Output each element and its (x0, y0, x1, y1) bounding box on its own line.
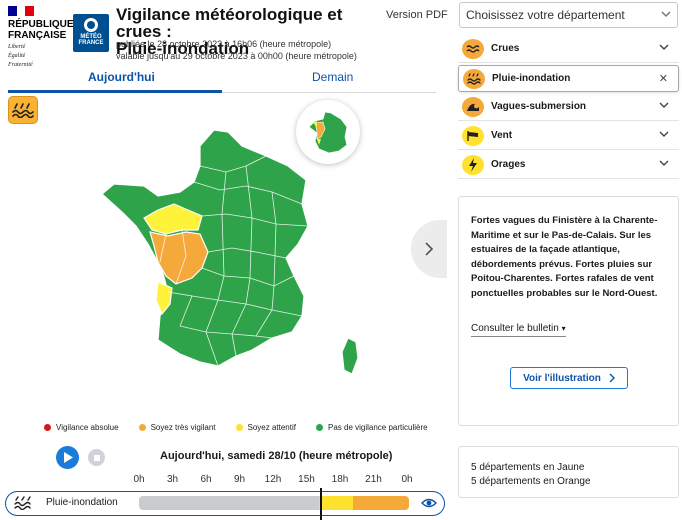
timeline-segment (139, 496, 319, 510)
risk-item-label: Vent (491, 130, 513, 141)
chevron-down-icon[interactable] (659, 129, 669, 142)
legend-orange: Soyez très vigilant (138, 423, 216, 432)
wave-submersion-icon (462, 97, 484, 117)
timeline-segment (352, 496, 409, 510)
stop-icon (93, 454, 100, 461)
motto-3: Fraternité (8, 62, 33, 68)
risk-item-vagues-submersion[interactable]: Vagues-submersion (458, 94, 679, 121)
timeline-date: Aujourd'hui, samedi 28/10 (heure métropo… (160, 450, 393, 462)
published-date: publiée le 28 octobre 2023 à 16h06 (heur… (116, 39, 332, 49)
map-corsica (341, 337, 359, 375)
meteo-france-emblem-icon (84, 18, 98, 32)
title-line-1: Vigilance météorologique et crues : (116, 5, 343, 41)
pdf-version-link[interactable]: Version PDF (386, 9, 448, 21)
rain-flood-icon (463, 69, 485, 89)
vigilance-legend: Vigilance absolue Soyez très vigilant So… (44, 423, 428, 432)
chevron-down-icon (661, 11, 671, 18)
legend-red: Vigilance absolue (44, 423, 119, 432)
french-flag-icon (8, 6, 35, 16)
publication-info: publiée le 28 octobre 2023 à 16h06 (heur… (116, 38, 357, 62)
risk-list: Crues Pluie-inondation ✕ Vagues-submersion V… (458, 36, 679, 182)
caret-down-icon: ▾ (561, 324, 566, 333)
risk-item-label: Crues (491, 43, 520, 54)
rain-flood-icon (14, 496, 31, 510)
timeline-hours: 0h 3h 6h 9h 12h 15h 18h 21h 0h (122, 474, 422, 486)
timeline-hour-label: 21h (365, 474, 382, 485)
motto-2: Égalité (8, 53, 26, 59)
close-icon[interactable]: ✕ (659, 72, 668, 85)
chevron-right-icon (609, 373, 615, 383)
timeline-hour-label: 12h (264, 474, 282, 485)
department-select-placeholder: Choisissez votre département (466, 8, 625, 22)
rain-flood-icon (8, 96, 38, 124)
risk-item-label: Vagues-submersion (491, 101, 587, 112)
motto-1: Liberté (8, 44, 26, 50)
tab-active-indicator (8, 90, 222, 93)
eye-icon[interactable] (421, 496, 437, 510)
republique-francaise-logo: RÉPUBLIQUE FRANÇAISE Liberté Égalité Fra… (8, 6, 74, 68)
timeline-segment (319, 496, 353, 510)
timeline-hour-label: 3h (166, 474, 179, 485)
risk-item-crues[interactable]: Crues (458, 36, 679, 63)
flood-wave-icon (462, 39, 484, 59)
valid-until-date: valable jusqu'au 29 octobre 2023 à 00h00… (116, 51, 357, 61)
chevron-down-icon[interactable] (659, 100, 669, 113)
overview-mini-map[interactable] (296, 100, 360, 164)
play-button[interactable] (56, 446, 79, 469)
republic-line-1: RÉPUBLIQUE (8, 19, 74, 30)
view-illustration-button[interactable]: Voir l'illustration (510, 367, 628, 389)
count-yellow: 5 départements en Jaune (471, 462, 585, 473)
risk-item-orages[interactable]: Orages (458, 152, 679, 179)
legend-yellow: Soyez attentif (235, 423, 296, 432)
legend-green: Pas de vigilance particulière (315, 423, 428, 432)
count-orange: 5 départements en Orange (471, 476, 591, 487)
risk-item-vent[interactable]: Vent (458, 123, 679, 150)
timeline-cursor[interactable] (320, 488, 323, 520)
wind-flag-icon (462, 126, 484, 146)
risk-item-label: Pluie-inondation (492, 73, 571, 84)
timeline-hour-label: 0h (133, 474, 145, 485)
meteo-france-logo: MÉTÉO FRANCE (73, 14, 109, 52)
republic-line-2: FRANÇAISE (8, 30, 67, 41)
info-summary: Fortes vagues du Finistère à la Charente… (471, 215, 658, 299)
timeline-hour-label: 15h (298, 474, 315, 485)
next-day-button[interactable] (411, 220, 447, 278)
chevron-right-icon (425, 242, 434, 256)
timeline-hour-label: 9h (233, 474, 246, 485)
tab-tomorrow[interactable]: Demain (312, 70, 353, 84)
timeline-hour-label: 6h (200, 474, 212, 485)
timeline-hour-label: 0h (401, 474, 413, 485)
chevron-down-icon[interactable] (659, 158, 669, 171)
risk-item-pluie-inondation[interactable]: Pluie-inondation ✕ (458, 65, 679, 92)
meteo-logo-line-2: FRANCE (78, 40, 104, 46)
chevron-down-icon[interactable] (659, 42, 669, 55)
consult-bulletin-link[interactable]: Consulter le bulletin ▾ (471, 323, 566, 337)
play-icon (63, 452, 73, 463)
stop-button[interactable] (88, 449, 105, 466)
tab-today[interactable]: Aujourd'hui (88, 70, 155, 84)
lightning-icon (462, 155, 484, 175)
timeline-hour-label: 18h (331, 474, 349, 485)
risk-item-label: Orages (491, 159, 526, 170)
timeline-row-label: Pluie-inondation (46, 497, 118, 508)
